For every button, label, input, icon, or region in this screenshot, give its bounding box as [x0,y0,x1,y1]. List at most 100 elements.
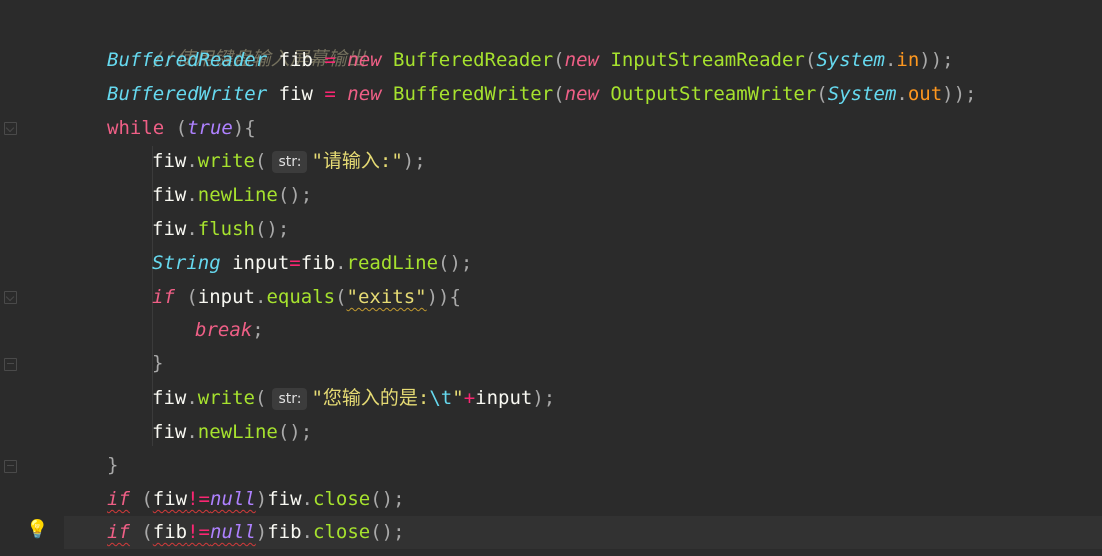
punctuation: ( [254,387,267,409]
operator: = [324,49,336,71]
dot: . [335,252,347,274]
escape-sequence: \t [429,387,453,409]
variable: fiw [152,184,187,206]
dot: . [186,421,198,443]
variable: fib [152,521,188,543]
keyword: if [152,286,175,308]
dot: . [186,184,198,206]
punctuation: ( [129,488,153,510]
punctuation: ){ [232,117,256,139]
type-name: BufferedWriter [107,83,268,105]
dot: . [254,286,267,308]
dot: . [186,150,198,172]
code-line: } [64,347,1102,380]
punctuation: ( [816,83,828,105]
punctuation: (); [277,421,313,443]
code-line: fiw.newLine(); [64,179,1102,212]
dot: . [896,83,908,105]
variable: fiw [267,488,302,510]
variable: fib [300,252,336,274]
operator: != [187,521,210,543]
type-name: System [816,49,885,71]
keyword: while [107,117,165,139]
string-literal: "exits" [346,286,427,308]
class-name: InputStreamReader [610,49,805,71]
fold-open-icon[interactable] [4,291,17,304]
method-call: close [313,521,371,543]
code-line: fiw.write(str: "请输入:"); [64,145,1102,178]
boolean-literal: true [187,117,233,139]
method-call: close [313,488,371,510]
type-name: System [827,83,897,105]
type-name: String [152,252,221,274]
dot: . [301,521,313,543]
punctuation: ; [252,319,264,341]
code-line: } [64,449,1102,482]
code-line: //使用键盘输入屏幕输出 [64,10,1102,70]
keyword: new [564,49,611,71]
code-line: BufferedWriter fiw = new BufferedWriter(… [64,78,1102,111]
variable: fiw [152,421,187,443]
punctuation: ( [164,117,188,139]
method-call: newLine [197,184,278,206]
field: out [907,83,943,105]
variable: fiw [152,387,187,409]
class-name: OutputStreamWriter [610,83,817,105]
punctuation: ( [553,83,565,105]
method-call: flush [197,218,255,240]
operator: != [187,488,210,510]
variable: fib [267,521,302,543]
class-name: BufferedReader [393,49,554,71]
variable: fiw [152,488,188,510]
variable: input [220,252,290,274]
punctuation: ) [255,488,268,510]
null-literal: null [210,488,256,510]
dot: . [884,49,897,71]
punctuation: ); [532,387,556,409]
dot: . [186,387,198,409]
method-call: write [197,387,255,409]
lightbulb-icon[interactable]: 💡 [26,520,48,540]
class-name: BufferedWriter [393,83,554,105]
fold-close-icon[interactable] [4,460,17,473]
punctuation: )); [942,83,977,105]
punctuation: ( [174,286,198,308]
null-literal: null [210,521,256,543]
code-line: fiw.flush(); [64,213,1102,246]
code-line: fiw.write(str: "您输入的是:\t"+input); [64,382,1102,415]
method-call: equals [266,286,336,308]
variable: input [197,286,255,308]
method-call: write [197,150,255,172]
code-line: BufferedReader fib = new BufferedReader(… [64,44,1102,77]
punctuation: ( [553,49,565,71]
string-literal: " [452,387,464,409]
parameter-hint: str: [272,151,308,173]
keyword: break [195,319,253,341]
variable: fiw [152,150,187,172]
type-name: BufferedReader [107,49,268,71]
operator: = [324,83,336,105]
string-literal: "您输入的是: [311,387,430,409]
keyword: new [335,83,394,105]
fold-open-icon[interactable] [4,122,17,135]
variable: fiw [267,83,325,105]
punctuation: ( [804,49,817,71]
punctuation: (); [277,184,313,206]
variable: fiw [152,218,187,240]
punctuation: ( [335,286,347,308]
punctuation: ) [255,521,268,543]
field: in [896,49,920,71]
code-editor[interactable]: //使用键盘输入屏幕输出 BufferedReader fib = new Bu… [64,0,1102,556]
fold-close-icon[interactable] [4,358,17,371]
punctuation: (); [370,488,405,510]
punctuation: ); [402,150,426,172]
code-line: if (input.equals("exits")){ [64,281,1102,314]
method-call: readLine [346,252,439,274]
punctuation: (); [438,252,473,274]
parameter-hint: str: [272,388,308,410]
method-call: newLine [197,421,278,443]
punctuation: ( [254,150,267,172]
keyword: new [564,83,611,105]
punctuation: ( [129,521,153,543]
keyword: if [107,521,130,543]
